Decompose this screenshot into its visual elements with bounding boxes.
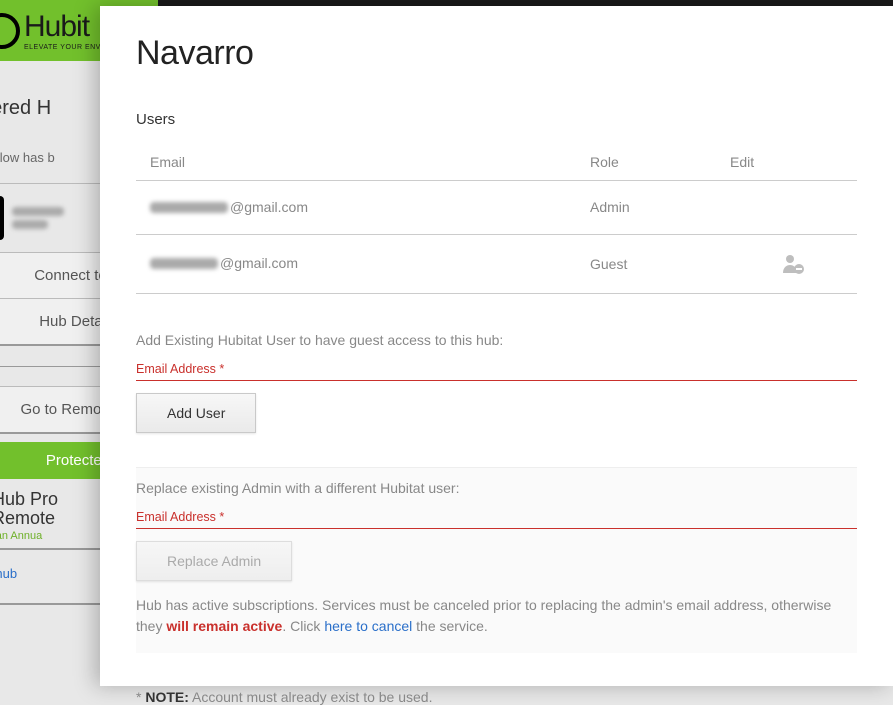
modal-title: Navarro: [136, 34, 857, 73]
replace-admin-button: Replace Admin: [136, 541, 292, 581]
table-row: @gmail.com Admin: [136, 181, 857, 235]
note-rest: Account must already exist to be used.: [189, 689, 433, 705]
add-user-desc: Add Existing Hubitat User to have guest …: [136, 332, 857, 348]
sidebar-btn-connect[interactable]: Connect to H: [0, 253, 100, 299]
logo-brand: Hubit: [24, 10, 101, 44]
hubprotect-sub: ve With an Annua: [0, 530, 100, 542]
sidebar-btn-remote[interactable]: Go to Remote Ad: [0, 386, 100, 434]
sidebar-btn-details[interactable]: Hub Details: [0, 299, 100, 346]
email-suffix: @gmail.com: [230, 199, 308, 215]
email-suffix: @gmail.com: [220, 255, 298, 271]
add-user-button[interactable]: Add User: [136, 393, 256, 433]
users-section-title: Users: [136, 111, 857, 128]
sidebar-desc: hub below has b: [0, 132, 100, 183]
remove-user-icon[interactable]: [781, 253, 805, 275]
add-user-email-input[interactable]: [136, 380, 857, 381]
hubprotect-line2: Remote: [0, 509, 58, 528]
warn-suffix: the service.: [412, 618, 487, 634]
sidebar-protected-badge: Protected: [0, 442, 100, 479]
logo-tagline: ELEVATE YOUR ENV: [24, 44, 101, 51]
deregister-hub-link[interactable]: gister hub: [0, 550, 100, 597]
user-role: Guest: [576, 238, 716, 290]
replace-admin-email-label: Email Address *: [136, 510, 857, 528]
col-edit-header: Edit: [716, 142, 856, 180]
users-table: Email Role Edit @gmail.com Admin @gmail.…: [136, 142, 857, 294]
hub-name-redacted: [12, 198, 64, 238]
note-bold: NOTE:: [145, 689, 189, 705]
add-user-email-label: Email Address *: [136, 362, 857, 380]
hub-icon: [0, 196, 4, 240]
hubprotect-line1: Hub Pro: [0, 490, 58, 509]
warn-mid: . Click: [282, 618, 324, 634]
user-role: Admin: [576, 181, 716, 233]
table-row: @gmail.com Guest: [136, 235, 857, 294]
logo-icon: [0, 13, 20, 49]
note-text: * NOTE: Account must already exist to be…: [136, 689, 857, 705]
table-header-row: Email Role Edit: [136, 142, 857, 181]
warn-highlight: will remain active: [166, 618, 282, 634]
replace-admin-desc: Replace existing Admin with a different …: [136, 480, 857, 496]
sidebar-heading: gistered H: [0, 61, 100, 132]
col-role-header: Role: [576, 142, 716, 180]
user-email: @gmail.com: [136, 181, 576, 234]
modal: Navarro Users Email Role Edit @gmail.com…: [100, 6, 893, 686]
sidebar: gistered H hub below has b Connect to H …: [0, 61, 100, 686]
replace-admin-email-input[interactable]: [136, 528, 857, 529]
cancel-service-link[interactable]: here to cancel: [324, 618, 412, 634]
user-email: @gmail.com: [136, 237, 576, 290]
col-email-header: Email: [136, 142, 576, 180]
note-prefix: *: [136, 689, 145, 705]
sidebar-hubprotect: Hub Pro Remote: [0, 479, 100, 530]
replace-admin-warning: Hub has active subscriptions. Services m…: [136, 595, 857, 637]
